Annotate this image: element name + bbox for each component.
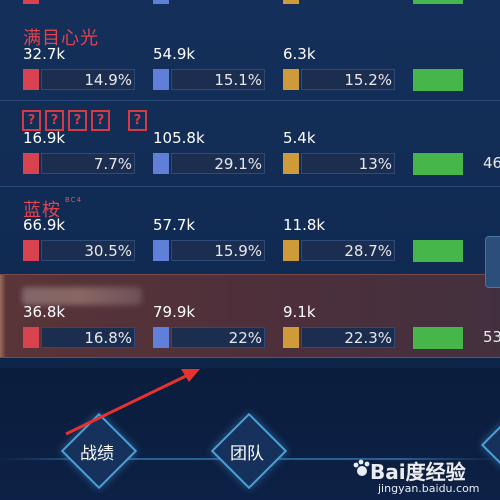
- watermark-url: jingyan.baidu.com: [378, 482, 480, 495]
- baidu-watermark: Bai度经验 jingyan.baidu.com: [352, 452, 500, 500]
- watermark-brand: Bai度经验: [370, 460, 466, 484]
- annotation-arrow-icon: [65, 369, 200, 436]
- paw-logo-icon: [353, 459, 370, 476]
